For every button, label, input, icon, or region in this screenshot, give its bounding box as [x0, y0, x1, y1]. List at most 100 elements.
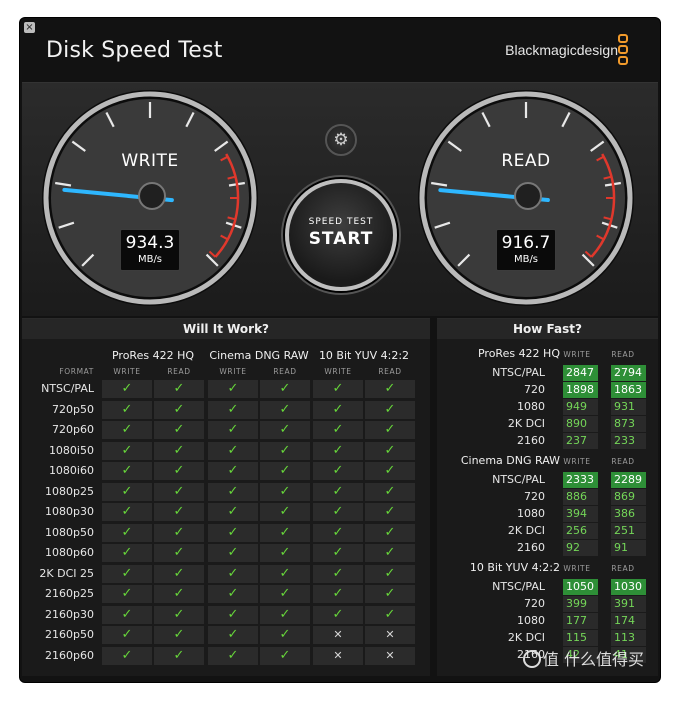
check-icon: ✓ — [102, 503, 152, 521]
write-fps-value: 256 — [563, 523, 598, 539]
gear-icon[interactable]: ⚙ — [325, 124, 357, 156]
write-fps-value: 1050 — [563, 579, 598, 595]
resolution-label: 1080 — [517, 614, 545, 627]
cross-icon: ✕ — [313, 626, 363, 644]
check-icon: ✓ — [102, 441, 152, 460]
watermark-text: 值 什么值得买 — [542, 650, 644, 669]
format-label: 2K DCI 25 — [39, 566, 94, 580]
check-icon: ✓ — [208, 503, 258, 521]
check-icon: ✓ — [260, 605, 310, 624]
start-button[interactable]: SPEED TEST START — [285, 179, 397, 291]
table-row: 1080i50 ✓ ✓ ✓ ✓ ✓ ✓ — [22, 441, 430, 461]
format-label: 1080p60 — [45, 546, 94, 559]
check-icon: ✓ — [260, 380, 310, 398]
watermark-logo-icon — [522, 650, 541, 668]
check-icon: ✓ — [208, 564, 258, 583]
format-label: 2160p50 — [45, 628, 94, 641]
check-icon: ✓ — [154, 544, 204, 562]
check-icon: ✓ — [102, 421, 152, 439]
write-column-header: WRITE — [563, 457, 591, 466]
check-icon: ✓ — [154, 626, 204, 644]
format-label: 1080p50 — [45, 525, 94, 539]
cross-icon: ✕ — [365, 626, 415, 644]
format-label: 1080p30 — [45, 505, 94, 518]
check-icon: ✓ — [208, 482, 258, 501]
table-row: 1080p50 ✓ ✓ ✓ ✓ ✓ ✓ — [22, 523, 430, 543]
format-label: 720p50 — [52, 402, 94, 416]
check-icon: ✓ — [260, 544, 310, 562]
check-icon: ✓ — [260, 626, 310, 644]
check-icon: ✓ — [102, 646, 152, 665]
resolution-label: 720 — [524, 490, 545, 503]
check-icon: ✓ — [260, 421, 310, 439]
check-icon: ✓ — [102, 544, 152, 562]
check-icon: ✓ — [154, 605, 204, 624]
check-icon: ✓ — [313, 544, 363, 562]
read-column-header: READ — [167, 367, 191, 376]
app-title: Disk Speed Test — [46, 38, 223, 63]
write-fps-value: 237 — [563, 433, 598, 449]
read-fps-value: 251 — [611, 523, 646, 539]
read-fps-value: 174 — [611, 613, 646, 629]
read-gauge-needle-hub — [514, 182, 542, 210]
check-icon: ✓ — [313, 482, 363, 501]
resolution-label: NTSC/PAL — [492, 580, 545, 593]
format-label: 1080p25 — [45, 484, 94, 498]
read-gauge: READ 916.7 MB/s — [416, 88, 636, 308]
check-icon: ✓ — [260, 503, 310, 521]
write-column-header: WRITE — [324, 367, 352, 376]
check-icon: ✓ — [260, 564, 310, 583]
read-gauge-dial — [418, 90, 634, 306]
group-header: 10 Bit YUV 4:2:2 — [318, 349, 410, 362]
read-fps-value: 2289 — [611, 472, 646, 488]
check-icon: ✓ — [102, 462, 152, 480]
check-icon: ✓ — [208, 462, 258, 480]
check-icon: ✓ — [260, 646, 310, 665]
check-icon: ✓ — [154, 564, 204, 583]
will-it-work-panel: Will It Work? FORMAT ProRes 422 HQ Cinema… — [22, 318, 430, 676]
check-icon: ✓ — [365, 441, 415, 460]
write-fps-value: 2333 — [563, 472, 598, 488]
check-icon: ✓ — [260, 523, 310, 542]
write-fps-value: 394 — [563, 506, 598, 522]
check-icon: ✓ — [313, 605, 363, 624]
write-column-header: WRITE — [563, 564, 591, 573]
read-gauge-label: READ — [501, 151, 551, 171]
check-icon: ✓ — [102, 626, 152, 644]
resolution-label: 720 — [524, 383, 545, 396]
check-icon: ✓ — [365, 585, 415, 603]
read-fps-value: 869 — [611, 489, 646, 505]
start-button-subtitle: SPEED TEST — [308, 217, 374, 227]
table-row: 2160p25 ✓ ✓ ✓ ✓ ✓ ✓ — [22, 584, 430, 604]
start-button-label: START — [308, 229, 374, 249]
table-row: 2160p60 ✓ ✓ ✓ ✓ ✕ ✕ — [22, 646, 430, 666]
format-label: 1080i50 — [48, 443, 94, 457]
read-column-header: READ — [378, 367, 402, 376]
table-row: NTSC/PAL ✓ ✓ ✓ ✓ ✓ ✓ — [22, 379, 430, 399]
check-icon: ✓ — [154, 380, 204, 398]
check-icon: ✓ — [102, 585, 152, 603]
format-label: 2160p25 — [45, 587, 94, 600]
close-icon[interactable]: × — [24, 22, 35, 33]
blackmagic-logo-icon — [618, 34, 630, 68]
check-icon: ✓ — [313, 503, 363, 521]
check-icon: ✓ — [365, 380, 415, 398]
check-icon: ✓ — [313, 421, 363, 439]
check-icon: ✓ — [313, 380, 363, 398]
read-fps-value: 91 — [611, 540, 646, 556]
check-icon: ✓ — [154, 585, 204, 603]
check-icon: ✓ — [365, 605, 415, 624]
write-column-header: WRITE — [563, 350, 591, 359]
check-icon: ✓ — [208, 421, 258, 439]
check-icon: ✓ — [208, 523, 258, 542]
read-column-header: READ — [611, 457, 635, 466]
resolution-label: 2K DCI — [507, 417, 545, 430]
check-icon: ✓ — [313, 462, 363, 480]
table-row: 2160p50 ✓ ✓ ✓ ✓ ✕ ✕ — [22, 625, 430, 645]
format-column-header: FORMAT — [59, 367, 94, 376]
format-label: 720p60 — [52, 423, 94, 436]
resolution-label: 2160 — [517, 541, 545, 554]
table-row: 720p60 ✓ ✓ ✓ ✓ ✓ ✓ — [22, 420, 430, 440]
write-gauge: WRITE 934.3 MB/s — [40, 88, 260, 308]
watermark: 值 什么值得买 — [522, 646, 644, 670]
